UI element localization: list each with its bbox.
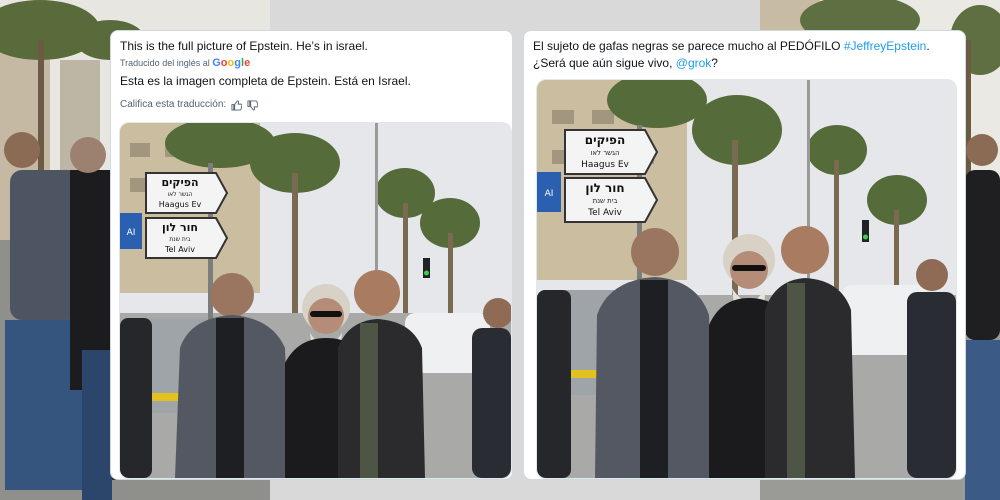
translation-credit-label: Traducido del inglés al [120,58,210,68]
sign-bottom-hebrew-2: חור לון [585,181,624,195]
sign-bottom-small-2: בית שנת [593,197,618,205]
thumbs-up-icon[interactable] [231,99,243,111]
tweet-card-right[interactable]: El sujeto de gafas negras se parece much… [523,30,966,480]
tweet-text-translated: Esta es la imagen completa de Epstein. E… [120,74,411,88]
sign-blue-label: ΑΙ [127,228,136,238]
tweet-text-line2-end: ? [711,56,718,70]
sign-top-small: הגשר לאו [168,191,193,198]
tweet-card-left[interactable]: This is the full picture of Epstein. He’… [110,30,513,480]
sign-bottom-hebrew: חור לון [162,221,198,234]
tweet-photo-left[interactable]: הפיקים הגשר לאו Haagus Ev חור לון בית שנ… [119,122,512,479]
tweet-text-line1-end: . [926,39,930,53]
rate-translation: Califica esta traducción: [120,97,504,113]
tweet-text-line1-body: El sujeto de gafas negras se parece much… [533,39,844,53]
sign-blue-label-2: ΑΙ [545,189,554,199]
sign-top-hebrew: הפיקים [161,176,198,189]
tweet-text-original: This is the full picture of Epstein. He’… [120,39,368,53]
google-logo: Google [212,57,251,69]
sign-top-small-2: הגשר לאו [590,149,619,157]
hashtag-link[interactable]: #JeffreyEpstein [844,39,927,53]
sign-top-hebrew-2: הפיקים [585,133,625,147]
sign-top-latin-2: Haagus Ev [581,160,629,170]
tweet-photo-right[interactable]: הפיקים הגשר לאו Haagus Ev חור לון בית שנ… [536,79,957,479]
sign-bottom-latin-2: Tel Aviv [587,208,622,218]
tweet-text-line1: El sujeto de gafas negras se parece much… [533,38,957,54]
tweet-text-line2: ¿Será que aún sigue vivo, @grok? [533,55,957,71]
sign-bottom-latin: Tel Aviv [164,245,195,254]
sign-top-latin: Haagus Ev [159,200,202,209]
thumbs-down-icon[interactable] [247,99,259,111]
tweet-text-line2-body: ¿Será que aún sigue vivo, [533,56,676,70]
mention-link[interactable]: @grok [676,56,712,70]
sign-bottom-small: בית שנת [169,236,191,243]
translation-credit: Traducido del inglés al Google [120,55,504,71]
rate-translation-label: Califica esta traducción: [120,99,227,110]
